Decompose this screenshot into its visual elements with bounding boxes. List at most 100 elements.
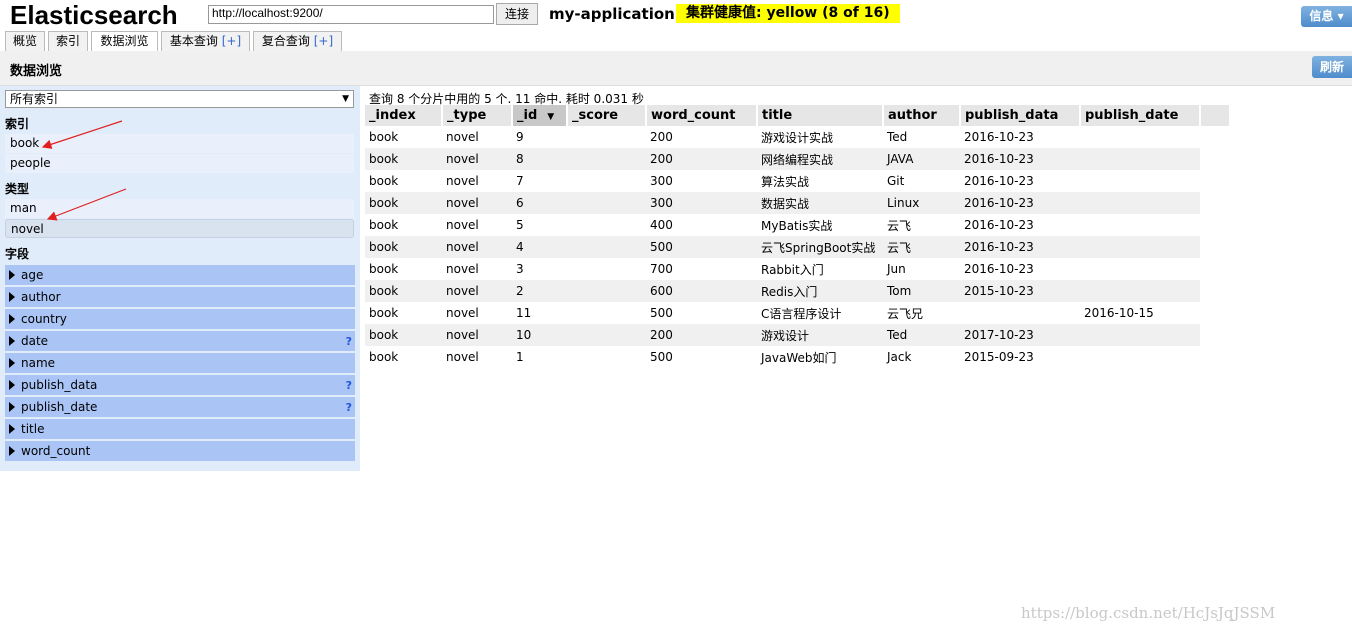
results-body: book novel 9 200 游戏设计实战 Ted 2016-10-23 book nove… xyxy=(365,126,1230,368)
table-cell: book xyxy=(365,236,442,258)
field-item-title[interactable]: title xyxy=(5,419,355,440)
filter-sidebar: 所有索引 ▼ 索引 book people 类型 man novel 字段 ag… xyxy=(0,86,360,471)
table-cell xyxy=(567,214,646,236)
tab-browser[interactable]: 数据浏览 xyxy=(91,31,158,52)
table-cell: 游戏设计实战 xyxy=(757,126,883,148)
column-header-publish-date[interactable]: publish_date xyxy=(1080,105,1201,126)
table-cell: 300 xyxy=(646,170,757,192)
table-cell xyxy=(567,346,646,368)
field-item-word-count[interactable]: word_count xyxy=(5,441,355,462)
index-item-book[interactable]: book xyxy=(5,134,354,153)
table-row[interactable]: book novel 11 500 C语言程序设计 云飞兄 2016-10-15 xyxy=(365,302,1230,324)
table-cell-filler xyxy=(1200,280,1230,302)
table-cell xyxy=(1080,324,1200,346)
table-cell: novel xyxy=(442,280,512,302)
help-icon[interactable]: ? xyxy=(346,375,352,396)
help-icon[interactable]: ? xyxy=(346,397,352,418)
tab-compound-query[interactable]: 复合查询 [+] xyxy=(253,31,342,51)
cluster-health-badge: 集群健康值: yellow (8 of 16) xyxy=(676,4,900,23)
type-section-label: 类型 xyxy=(5,182,30,196)
table-row[interactable]: book novel 2 600 Redis入门 Tom 2015-10-23 xyxy=(365,280,1230,302)
table-cell-filler xyxy=(1200,258,1230,280)
field-item-publish-date[interactable]: publish_date? xyxy=(5,397,355,418)
index-item-people[interactable]: people xyxy=(5,154,354,173)
type-item-novel[interactable]: novel xyxy=(5,219,354,238)
refresh-button[interactable]: 刷新 xyxy=(1312,56,1352,78)
tab-overview[interactable]: 概览 xyxy=(5,31,45,51)
table-cell: 500 xyxy=(646,302,757,324)
table-cell-filler xyxy=(1200,192,1230,214)
field-item-name[interactable]: name xyxy=(5,353,355,374)
tab-basic-query[interactable]: 基本查询 [+] xyxy=(161,31,250,51)
field-item-date[interactable]: date? xyxy=(5,331,355,352)
field-label: publish_date xyxy=(21,400,98,414)
table-cell-filler xyxy=(1200,302,1230,324)
tab-indices[interactable]: 索引 xyxy=(48,31,88,51)
table-row[interactable]: book novel 5 400 MyBatis实战 云飞 2016-10-23 xyxy=(365,214,1230,236)
column-header-index[interactable]: _index xyxy=(365,105,443,126)
expand-triangle-icon xyxy=(9,380,15,390)
table-cell: Ted xyxy=(883,324,960,346)
table-cell xyxy=(567,302,646,324)
field-label: word_count xyxy=(21,444,91,458)
expand-triangle-icon xyxy=(9,424,15,434)
table-cell-filler xyxy=(1200,126,1230,148)
table-cell: 400 xyxy=(646,214,757,236)
field-item-publish-data[interactable]: publish_data? xyxy=(5,375,355,396)
table-row[interactable]: book novel 1 500 JavaWeb如门 Jack 2015-09-23 xyxy=(365,346,1230,368)
column-header-score[interactable]: _score xyxy=(567,105,647,126)
field-label: author xyxy=(21,290,61,304)
info-menu-button[interactable]: 信息 ▾ xyxy=(1301,6,1352,27)
table-cell: 2016-10-23 xyxy=(960,148,1080,170)
table-cell: 云飞兄 xyxy=(883,302,960,324)
connect-button[interactable]: 连接 xyxy=(496,3,538,25)
table-cell: 5 xyxy=(512,214,567,236)
table-cell xyxy=(1080,148,1200,170)
table-cell: Jun xyxy=(883,258,960,280)
table-cell: JAVA xyxy=(883,148,960,170)
add-compound-query-link[interactable]: [+] xyxy=(314,34,333,48)
add-basic-query-link[interactable]: [+] xyxy=(222,34,241,48)
app-title: Elasticsearch xyxy=(10,0,178,30)
field-label: date xyxy=(21,334,49,348)
tab-label: 基本查询 xyxy=(169,34,218,48)
column-header-author[interactable]: author xyxy=(883,105,961,126)
table-cell: book xyxy=(365,170,442,192)
table-row[interactable]: book novel 3 700 Rabbit入门 Jun 2016-10-23 xyxy=(365,258,1230,280)
index-select[interactable]: 所有索引 ▼ xyxy=(5,90,354,108)
table-cell: novel xyxy=(442,214,512,236)
table-row[interactable]: book novel 7 300 算法实战 Git 2016-10-23 xyxy=(365,170,1230,192)
help-icon[interactable]: ? xyxy=(346,331,352,352)
table-row[interactable]: book novel 10 200 游戏设计 Ted 2017-10-23 xyxy=(365,324,1230,346)
table-cell: 2016-10-23 xyxy=(960,192,1080,214)
table-cell xyxy=(1080,214,1200,236)
table-cell: 9 xyxy=(512,126,567,148)
column-header-type[interactable]: _type xyxy=(442,105,513,126)
table-cell-filler xyxy=(1200,148,1230,170)
column-header-title[interactable]: title xyxy=(757,105,884,126)
results-table: _index _type _id ▼ _score word_count titl… xyxy=(365,105,1231,368)
table-row[interactable]: book novel 9 200 游戏设计实战 Ted 2016-10-23 xyxy=(365,126,1230,148)
field-label: name xyxy=(21,356,56,370)
table-row[interactable]: book novel 4 500 云飞SpringBoot实战 云飞 2016-10-23 xyxy=(365,236,1230,258)
table-cell: 200 xyxy=(646,324,757,346)
field-item-author[interactable]: author xyxy=(5,287,355,308)
table-cell xyxy=(960,302,1080,324)
chevron-down-icon: ▼ xyxy=(342,94,349,104)
column-header-publish-data[interactable]: publish_data xyxy=(960,105,1081,126)
table-cell: 算法实战 xyxy=(757,170,883,192)
field-section-label: 字段 xyxy=(5,247,30,261)
cluster-url-input[interactable]: http://localhost:9200/ xyxy=(208,5,494,24)
table-cell xyxy=(1080,126,1200,148)
table-row[interactable]: book novel 6 300 数据实战 Linux 2016-10-23 xyxy=(365,192,1230,214)
table-cell xyxy=(567,192,646,214)
table-cell: novel xyxy=(442,236,512,258)
column-header-id[interactable]: _id ▼ xyxy=(512,105,568,126)
column-header-word-count[interactable]: word_count xyxy=(646,105,758,126)
table-cell: book xyxy=(365,148,442,170)
expand-triangle-icon xyxy=(9,314,15,324)
table-row[interactable]: book novel 8 200 网络编程实战 JAVA 2016-10-23 xyxy=(365,148,1230,170)
field-item-age[interactable]: age xyxy=(5,265,355,286)
field-item-country[interactable]: country xyxy=(5,309,355,330)
type-item-man[interactable]: man xyxy=(5,199,354,218)
